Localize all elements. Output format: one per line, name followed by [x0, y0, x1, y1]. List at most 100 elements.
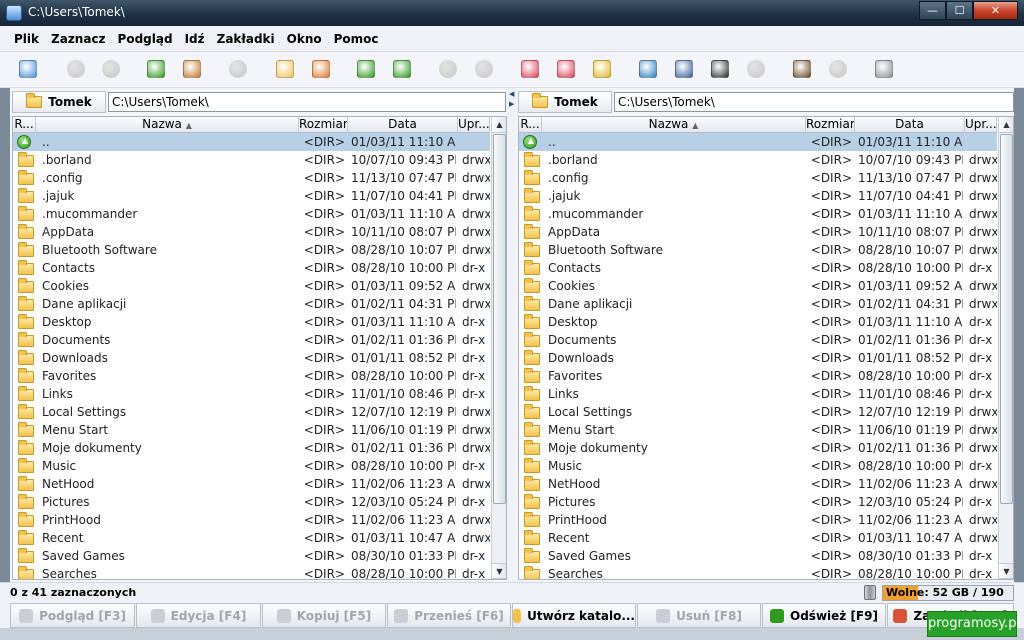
set-same-folder-icon[interactable] — [393, 60, 411, 78]
bookmarks-icon[interactable] — [557, 60, 575, 78]
run-command-icon[interactable] — [675, 60, 693, 78]
minimize-button[interactable]: — — [919, 1, 946, 20]
file-row[interactable]: Links <DIR> 11/01/10 08:46 PM dr-x — [13, 385, 490, 403]
scroll-down-icon[interactable]: ▼ — [999, 563, 1013, 579]
file-row[interactable]: Local Settings <DIR> 12/07/10 12:19 PM drwx — [519, 403, 997, 421]
column-date[interactable]: Data — [348, 117, 458, 133]
file-row[interactable]: Downloads <DIR> 01/01/11 08:52 PM dr-x — [13, 349, 490, 367]
file-row[interactable]: Contacts <DIR> 08/28/10 10:00 PM dr-x — [519, 259, 997, 277]
fkey-button-4[interactable]: Edycja [F4] — [136, 603, 261, 628]
parent-folder-row[interactable]: .. <DIR> 01/03/11 11:10 AM — [13, 133, 490, 151]
file-row[interactable]: Local Settings <DIR> 12/07/10 12:19 PM drwx — [13, 403, 490, 421]
menu-zaznacz[interactable]: Zaznacz — [45, 32, 112, 46]
file-row[interactable]: Favorites <DIR> 08/28/10 10:00 PM dr-x — [13, 367, 490, 385]
scroll-up-icon[interactable]: ▲ — [999, 117, 1013, 133]
close-button[interactable]: ✕ — [973, 1, 1018, 20]
menu-zakladki[interactable]: Zakładki — [211, 32, 281, 46]
file-row[interactable]: Contacts <DIR> 08/28/10 10:00 PM dr-x — [13, 259, 490, 277]
right-scrollbar[interactable]: ▲ ▼ — [998, 117, 1013, 579]
file-row[interactable]: .jajuk <DIR> 11/07/10 04:41 PM drwx — [519, 187, 997, 205]
fkey-button-8[interactable]: Usuń [F8] — [637, 603, 761, 628]
menu-idz[interactable]: Idź — [179, 32, 211, 46]
preferences-gear-icon[interactable] — [875, 60, 893, 78]
file-row[interactable]: Pictures <DIR> 12/03/10 05:24 PM dr-x — [13, 493, 490, 511]
left-scrollbar[interactable]: ▲ ▼ — [491, 117, 506, 579]
maximize-button[interactable]: ☐ — [946, 1, 973, 20]
left-location-button[interactable]: Tomek — [12, 91, 106, 113]
fkey-button-5[interactable]: Kopiuj [F5] — [262, 603, 386, 628]
file-row[interactable]: .config <DIR> 11/13/10 07:47 PM drwx — [13, 169, 490, 187]
file-row[interactable]: .borland <DIR> 10/07/10 09:43 PM drwx — [13, 151, 490, 169]
file-row[interactable]: .mucommander <DIR> 01/03/11 11:10 AM drwx — [13, 205, 490, 223]
right-path-input[interactable] — [614, 92, 1014, 112]
panel-splitter[interactable]: ◀ ▶ — [507, 88, 516, 582]
magic-wand-icon[interactable] — [793, 60, 811, 78]
file-row[interactable]: PrintHood <DIR> 11/02/06 11:23 AM drwx — [519, 511, 997, 529]
file-row[interactable]: Downloads <DIR> 01/01/11 08:52 PM dr-x — [519, 349, 997, 367]
column-name[interactable]: Nazwa ▲ — [36, 117, 299, 133]
menu-pomoc[interactable]: Pomoc — [328, 32, 385, 46]
credentials-key-icon[interactable] — [593, 60, 611, 78]
scroll-up-icon[interactable]: ▲ — [492, 117, 506, 133]
file-row[interactable]: NetHood <DIR> 11/02/06 11:23 AM drwx — [519, 475, 997, 493]
file-row[interactable]: Searches <DIR> 08/28/10 10:00 PM dr-x — [519, 565, 997, 579]
file-row[interactable]: Music <DIR> 08/28/10 10:00 PM dr-x — [13, 457, 490, 475]
column-size[interactable]: Rozmiar — [806, 117, 855, 133]
fkey-button-9[interactable]: Odśwież [F9] — [762, 603, 886, 628]
file-row[interactable]: Menu Start <DIR> 11/06/10 01:19 PM drwx — [13, 421, 490, 439]
splitter-left-arrow-icon[interactable]: ◀ — [509, 90, 514, 98]
terminal-icon[interactable] — [711, 60, 729, 78]
home-icon[interactable] — [183, 60, 201, 78]
file-row[interactable]: Desktop <DIR> 01/03/11 11:10 AM dr-x — [519, 313, 997, 331]
menu-plik[interactable]: Plik — [8, 32, 45, 46]
file-row[interactable]: Moje dokumenty <DIR> 01/02/11 01:36 PM drwx — [13, 439, 490, 457]
fkey-button-3[interactable]: Podgląd [F3] — [10, 603, 135, 628]
left-file-table[interactable]: R... Nazwa ▲ Rozmiar Data Upr... .. <DIR>… — [12, 116, 507, 580]
new-window-icon[interactable] — [19, 60, 37, 78]
file-row[interactable]: Recent <DIR> 01/03/11 10:47 AM drwx — [519, 529, 997, 547]
column-date[interactable]: Data — [855, 117, 965, 133]
column-permissions[interactable]: Upr... — [965, 117, 997, 133]
file-row[interactable]: Bluetooth Software <DIR> 08/28/10 10:07 PM… — [13, 241, 490, 259]
file-row[interactable]: Recent <DIR> 01/03/11 10:47 AM drwx — [13, 529, 490, 547]
file-row[interactable]: Desktop <DIR> 01/03/11 11:10 AM dr-x — [13, 313, 490, 331]
file-row[interactable]: Dane aplikacji <DIR> 01/02/11 04:31 PM drwx — [519, 295, 997, 313]
swap-panels-icon[interactable] — [357, 60, 375, 78]
file-row[interactable]: .jajuk <DIR> 11/07/10 04:41 PM drwx — [13, 187, 490, 205]
menu-okno[interactable]: Okno — [281, 32, 328, 46]
mark-files-icon[interactable] — [276, 60, 294, 78]
file-row[interactable]: Saved Games <DIR> 08/30/10 01:33 PM dr-x — [519, 547, 997, 565]
column-permissions[interactable]: Upr... — [458, 117, 490, 133]
fkey-button-7[interactable]: Utwórz katalo... — [512, 603, 636, 628]
file-row[interactable]: .config <DIR> 11/13/10 07:47 PM drwx — [519, 169, 997, 187]
unmark-files-icon[interactable] — [312, 60, 330, 78]
file-row[interactable]: Bluetooth Software <DIR> 08/28/10 10:07 PM… — [519, 241, 997, 259]
file-row[interactable]: NetHood <DIR> 11/02/06 11:23 AM drwx — [13, 475, 490, 493]
file-row[interactable]: AppData <DIR> 10/11/10 08:07 PM drwx — [519, 223, 997, 241]
column-size[interactable]: Rozmiar — [299, 117, 348, 133]
file-row[interactable]: Dane aplikacji <DIR> 01/02/11 04:31 PM drwx — [13, 295, 490, 313]
file-row[interactable]: Favorites <DIR> 08/28/10 10:00 PM dr-x — [519, 367, 997, 385]
left-path-input[interactable] — [108, 92, 506, 112]
right-location-button[interactable]: Tomek — [518, 91, 612, 113]
fkey-button-6[interactable]: Przenieś [F6] — [387, 603, 511, 628]
scroll-down-icon[interactable]: ▼ — [492, 563, 506, 579]
file-row[interactable]: Cookies <DIR> 01/03/11 09:52 AM drwx — [519, 277, 997, 295]
parent-folder-row[interactable]: .. <DIR> 01/03/11 11:10 AM — [519, 133, 997, 151]
file-row[interactable]: Moje dokumenty <DIR> 01/02/11 01:36 PM drwx — [519, 439, 997, 457]
column-r[interactable]: R... — [519, 117, 542, 133]
column-name[interactable]: Nazwa ▲ — [542, 117, 806, 133]
file-row[interactable]: Pictures <DIR> 12/03/10 05:24 PM dr-x — [519, 493, 997, 511]
file-row[interactable]: Links <DIR> 11/01/10 08:46 PM dr-x — [519, 385, 997, 403]
file-row[interactable]: .borland <DIR> 10/07/10 09:43 PM drwx — [519, 151, 997, 169]
file-row[interactable]: Documents <DIR> 01/02/11 01:36 PM dr-x — [519, 331, 997, 349]
connect-server-icon[interactable] — [639, 60, 657, 78]
file-row[interactable]: PrintHood <DIR> 11/02/06 11:23 AM drwx — [13, 511, 490, 529]
file-row[interactable]: Music <DIR> 08/28/10 10:00 PM dr-x — [519, 457, 997, 475]
column-r[interactable]: R... — [13, 117, 36, 133]
file-row[interactable]: Searches <DIR> 08/28/10 10:00 PM dr-x — [13, 565, 490, 579]
file-row[interactable]: Cookies <DIR> 01/03/11 09:52 AM drwx — [13, 277, 490, 295]
file-row[interactable]: Saved Games <DIR> 08/30/10 01:33 PM dr-x — [13, 547, 490, 565]
parent-folder-icon[interactable] — [147, 60, 165, 78]
scroll-thumb[interactable] — [1000, 134, 1013, 504]
